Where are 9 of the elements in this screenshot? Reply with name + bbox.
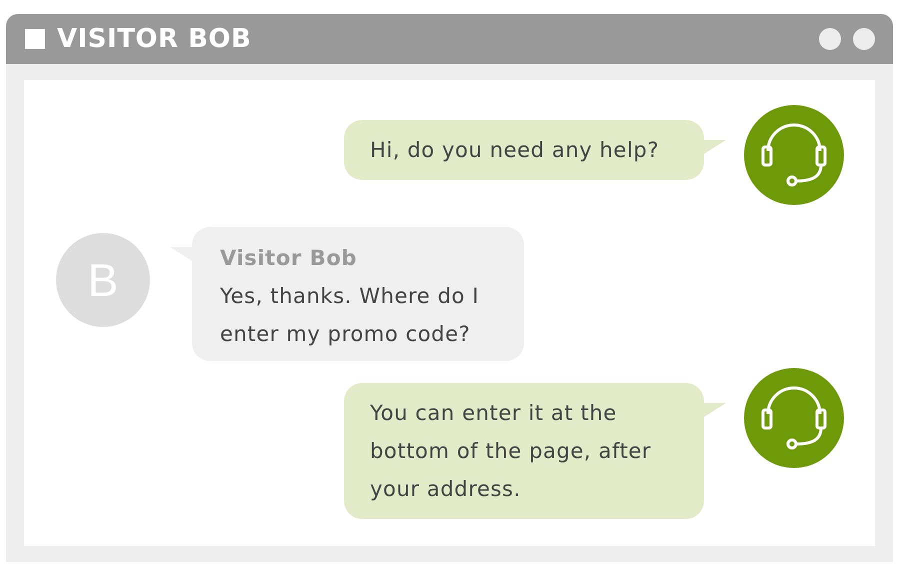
window-title: VISITOR BOB	[57, 24, 252, 54]
window-icon	[25, 29, 45, 49]
message-bubble: You can enter it at the bottom of the page, after your address.	[344, 383, 704, 519]
bubble-tail	[704, 403, 726, 417]
window-control-button[interactable]	[819, 28, 841, 50]
bubble-tail	[704, 140, 726, 154]
message-bubble: Hi, do you need any help?	[344, 120, 704, 180]
window-control-button[interactable]	[853, 28, 875, 50]
message-bubble: Visitor Bob Yes, thanks. Where do I enter my promo code?	[192, 227, 524, 361]
